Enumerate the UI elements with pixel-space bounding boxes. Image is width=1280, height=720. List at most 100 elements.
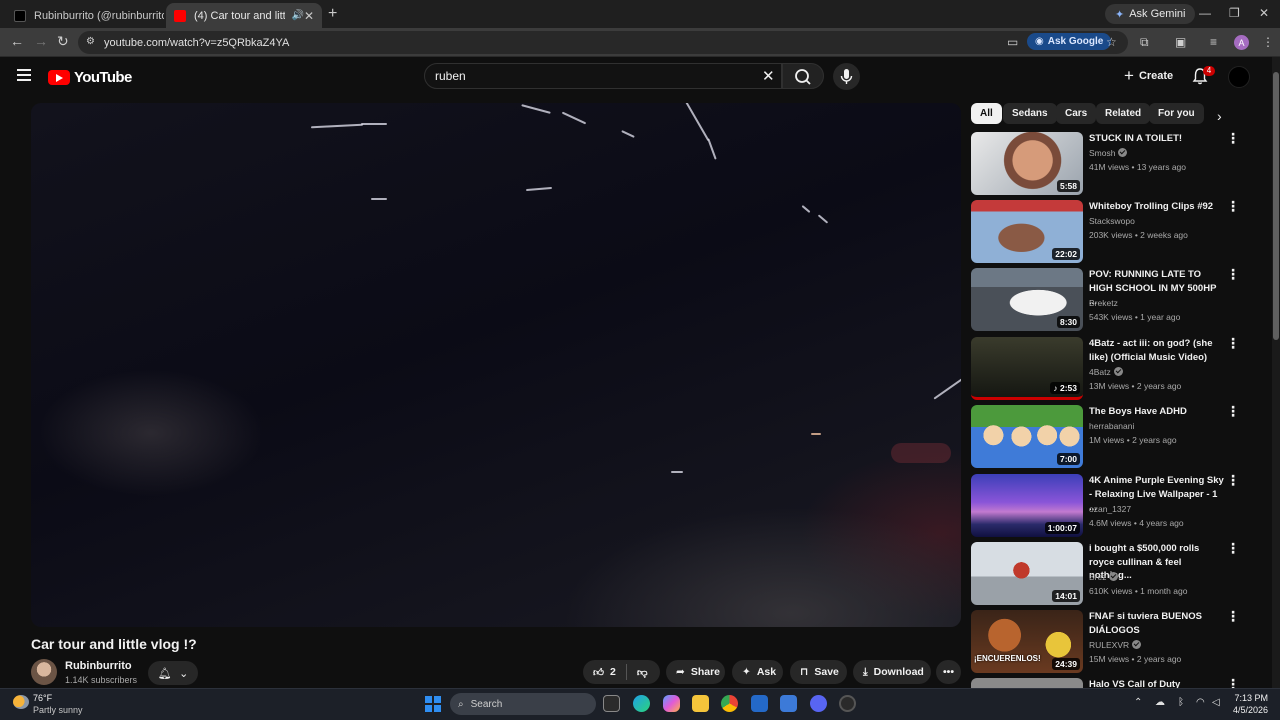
bookmark-star-icon[interactable]: ☆ [1106,35,1117,49]
account-avatar[interactable] [1228,66,1250,88]
recommendation-title[interactable]: Whiteboy Trolling Clips #92 [1089,200,1224,214]
browser-tab-tiktok[interactable]: Rubinburrito (@rubinburrito) | ✕ [6,3,164,28]
ask-button[interactable]: ✦ Ask [732,660,783,684]
like-button[interactable]: 👍︎ 2 [593,666,616,679]
chevron-right-icon[interactable]: › [1217,108,1222,124]
recommendation-channel[interactable]: Brez [1089,572,1119,582]
scrollbar-thumb[interactable] [1273,72,1279,340]
recommendation-item[interactable]: 7:00 The Boys Have ADHD herrabanani 1M v… [971,404,1246,469]
save-button[interactable]: ⊓ Save [790,660,847,684]
video-thumbnail[interactable]: 14:01 [971,542,1083,605]
clock-time[interactable]: 7:13 PM [1224,693,1268,703]
recommendation-item[interactable]: ¡ENCUERENLOS! 24:39 FNAF si tuviera BUEN… [971,609,1246,674]
app-icon[interactable] [839,695,856,712]
new-tab-button[interactable]: + [328,5,337,23]
chip-cars[interactable]: Cars [1056,103,1097,124]
browser-tab-youtube[interactable]: (4) Car tour and little vlog ! 🔊 ✕ [166,3,322,28]
copilot-icon[interactable] [663,695,680,712]
ask-gemini-button[interactable]: ✦ Ask Gemini [1105,4,1196,24]
video-thumbnail[interactable]: 22:02 [971,200,1083,263]
video-thumbnail[interactable]: ♪ 2:53 [971,337,1083,400]
windows-start-icon[interactable] [425,696,441,712]
chrome-icon[interactable] [721,695,738,712]
recommendation-title[interactable]: 4Batz - act iii: on god? (she like) (Off… [1089,337,1224,364]
recommendation-title[interactable]: FNAF si tuviera BUENOS DIÁLOGOS [1089,610,1224,637]
video-thumbnail[interactable]: 8:30 [971,268,1083,331]
recommendation-channel[interactable]: RULEXVR [1089,640,1142,650]
chrome-menu-icon[interactable]: ⋮ [1262,35,1274,49]
microsoft-store-icon[interactable] [751,695,768,712]
recommendation-item[interactable]: 1:00:07 4K Anime Purple Evening Sky - Re… [971,473,1246,538]
share-button[interactable]: ➦ Share [666,660,725,684]
site-info-icon[interactable]: ⚙ [86,36,95,47]
more-vertical-icon[interactable]: ⋮ [1226,336,1240,350]
more-vertical-icon[interactable]: ⋮ [1226,267,1240,281]
create-button[interactable]: + Create [1118,64,1179,88]
search-button[interactable] [782,63,824,89]
audio-playing-icon[interactable]: 🔊 [291,10,303,21]
chip-related[interactable]: Related [1096,103,1151,124]
close-tab-icon[interactable]: ✕ [304,9,314,23]
video-player[interactable] [31,103,961,627]
chip-all[interactable]: All [971,103,1002,124]
recommendation-item[interactable]: 22:02 Whiteboy Trolling Clips #92 Stacks… [971,199,1246,264]
clear-search-icon[interactable]: ✕ [762,67,775,85]
video-thumbnail[interactable]: 7:00 [971,405,1083,468]
video-thumbnail[interactable] [971,678,1083,688]
extensions-icon[interactable]: ⧉ [1140,35,1149,50]
channel-name[interactable]: Rubinburrito [65,660,132,672]
chip-sedans[interactable]: Sedans [1003,103,1057,124]
dislike-button[interactable]: 👎︎ [637,666,648,679]
show-hidden-icons-icon[interactable]: ⌃ [1134,697,1142,708]
more-vertical-icon[interactable]: ⋮ [1226,404,1240,418]
address-bar[interactable]: ⚙ youtube.com/watch?v=z5QRbkaZ4YA [78,31,1128,54]
recommendation-channel[interactable]: Stackswopo [1089,216,1135,226]
recommendation-item[interactable]: 5:58 STUCK IN A TOILET! Smosh 41M views … [971,131,1246,196]
file-explorer-icon[interactable] [692,695,709,712]
recommendation-title[interactable]: STUCK IN A TOILET! [1089,132,1224,146]
youtube-logo[interactable]: YouTube [48,69,132,86]
search-input[interactable]: ruben [424,63,782,89]
video-thumbnail[interactable]: 1:00:07 [971,474,1083,537]
recommendation-item[interactable]: 14:01 i bought a $500,000 rolls royce cu… [971,541,1246,606]
more-vertical-icon[interactable]: ⋮ [1226,541,1240,555]
recommendation-channel[interactable]: ozan_1327 [1089,504,1131,514]
recommendation-item[interactable]: ♪ 2:53 4Batz - act iii: on god? (she lik… [971,336,1246,401]
download-button[interactable]: ⤓ Download [853,660,931,684]
partly-sunny-icon[interactable] [13,695,29,709]
recommendation-channel[interactable]: Smosh [1089,148,1128,158]
weather-temperature[interactable]: 76°F [33,693,52,703]
more-vertical-icon[interactable]: ⋮ [1226,473,1240,487]
cloud-sync-icon[interactable]: ☁ [1155,697,1165,708]
minimize-window-icon[interactable]: — [1199,6,1211,20]
more-vertical-icon[interactable]: ⋮ [1226,199,1240,213]
volume-icon[interactable]: ◁ [1212,697,1220,708]
video-thumbnail[interactable]: 5:58 [971,132,1083,195]
more-vertical-icon[interactable]: ⋮ [1226,678,1240,688]
reload-icon[interactable]: ↻ [57,33,69,50]
cast-icon[interactable]: ▭ [1007,35,1018,49]
forward-icon[interactable]: → [34,33,48,49]
restore-window-icon[interactable]: ❐ [1229,6,1240,20]
recommendation-item[interactable]: 8:30 POV: RUNNING LATE TO HIGH SCHOOL IN… [971,267,1246,332]
channel-avatar[interactable] [31,659,57,685]
ask-google-button[interactable]: ◉ Ask Google [1027,33,1112,50]
edge-icon[interactable] [633,695,650,712]
more-vertical-icon[interactable]: ⋮ [1226,609,1240,623]
recommendation-channel[interactable]: Breketz [1089,298,1118,308]
subscription-notifications-button[interactable]: 🔔︎ ⌄ [148,661,198,685]
taskbar-search[interactable]: ⌕ Search [450,693,596,715]
clock-date[interactable]: 4/5/2026 [1224,705,1268,715]
recommendation-item[interactable]: Halo VS Call of Duty ⋮ [971,678,1246,688]
close-window-icon[interactable]: ✕ [1259,6,1269,20]
recommendation-title[interactable]: Halo VS Call of Duty [1089,678,1224,688]
bluetooth-icon[interactable]: ᛒ [1178,697,1184,708]
discord-icon[interactable] [810,695,827,712]
more-vertical-icon[interactable]: ⋮ [1226,131,1240,145]
wifi-icon[interactable]: ◠ [1196,697,1205,708]
recommendation-channel[interactable]: 4Batz [1089,367,1123,377]
side-panel-icon[interactable]: ▣ [1175,35,1186,49]
back-icon[interactable]: ← [10,33,24,49]
recommendation-channel[interactable]: herrabanani [1089,421,1134,431]
media-controls-icon[interactable]: ≡ [1210,35,1217,49]
